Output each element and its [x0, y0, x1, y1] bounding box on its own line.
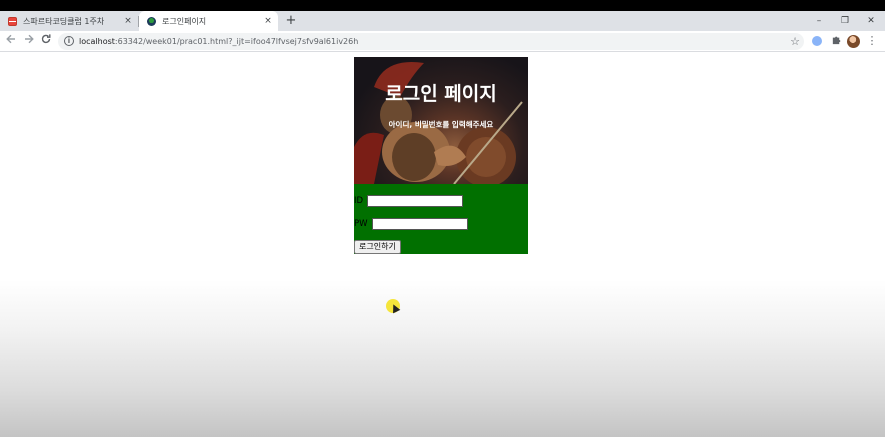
- tab-close-icon[interactable]: ×: [261, 16, 275, 26]
- tab-bar: 스파르타코딩클럽 1주차 × 로그인페이지 × + – ❐ ✕: [0, 11, 885, 31]
- sparta-favicon-icon: [8, 16, 17, 26]
- address-bar[interactable]: i localhost:63342/week01/prac01.html?_ij…: [58, 33, 804, 50]
- browser-toolbar: i localhost:63342/week01/prac01.html?_ij…: [0, 31, 885, 52]
- bookmark-star-icon[interactable]: ☆: [790, 33, 800, 50]
- url-path: :63342/week01/prac01.html?_ijt=ifoo47lfv…: [114, 37, 359, 46]
- back-arrow-icon[interactable]: [3, 33, 19, 49]
- pw-row: PW: [354, 217, 468, 231]
- login-favicon-icon: [147, 16, 156, 26]
- login-button[interactable]: 로그인하기: [354, 240, 401, 254]
- tab-login-page[interactable]: 로그인페이지 ×: [139, 11, 278, 31]
- id-row: ID: [354, 194, 464, 208]
- hero-banner: 로그인 페이지 아이디, 비밀번호를 입력해주세요: [354, 57, 528, 184]
- login-card: 로그인 페이지 아이디, 비밀번호를 입력해주세요 ID PW 로그인하기: [354, 57, 528, 254]
- page-title: 로그인 페이지: [385, 83, 497, 105]
- puzzle-icon[interactable]: [829, 34, 843, 48]
- reload-icon[interactable]: [38, 33, 54, 49]
- profile-avatar[interactable]: [847, 35, 860, 48]
- id-input[interactable]: [367, 195, 464, 207]
- tab-title: 스파르타코딩클럽 1주차: [23, 16, 105, 26]
- tab-title: 로그인페이지: [162, 16, 207, 26]
- login-form: ID PW 로그인하기: [354, 184, 528, 254]
- url-host: localhost: [79, 37, 115, 46]
- extension-icon[interactable]: [810, 34, 824, 48]
- window-close-button[interactable]: ✕: [858, 11, 884, 31]
- top-black-strip: [0, 0, 885, 11]
- pw-input[interactable]: [371, 218, 468, 230]
- info-icon[interactable]: i: [64, 36, 74, 46]
- new-tab-button[interactable]: +: [284, 13, 298, 29]
- menu-dots-icon[interactable]: ⋮: [866, 33, 878, 49]
- restore-button[interactable]: ❐: [832, 11, 858, 31]
- minimize-button[interactable]: –: [806, 11, 832, 31]
- id-label: ID: [354, 196, 364, 206]
- pw-label: PW: [354, 219, 368, 229]
- forward-arrow-icon[interactable]: [21, 33, 37, 49]
- url-text[interactable]: localhost:63342/week01/prac01.html?_ijt=…: [79, 33, 358, 50]
- tab-sparta-coding[interactable]: 스파르타코딩클럽 1주차 ×: [0, 11, 138, 31]
- page-subtitle: 아이디, 비밀번호를 입력해주세요: [388, 120, 494, 129]
- tab-close-icon[interactable]: ×: [121, 16, 135, 26]
